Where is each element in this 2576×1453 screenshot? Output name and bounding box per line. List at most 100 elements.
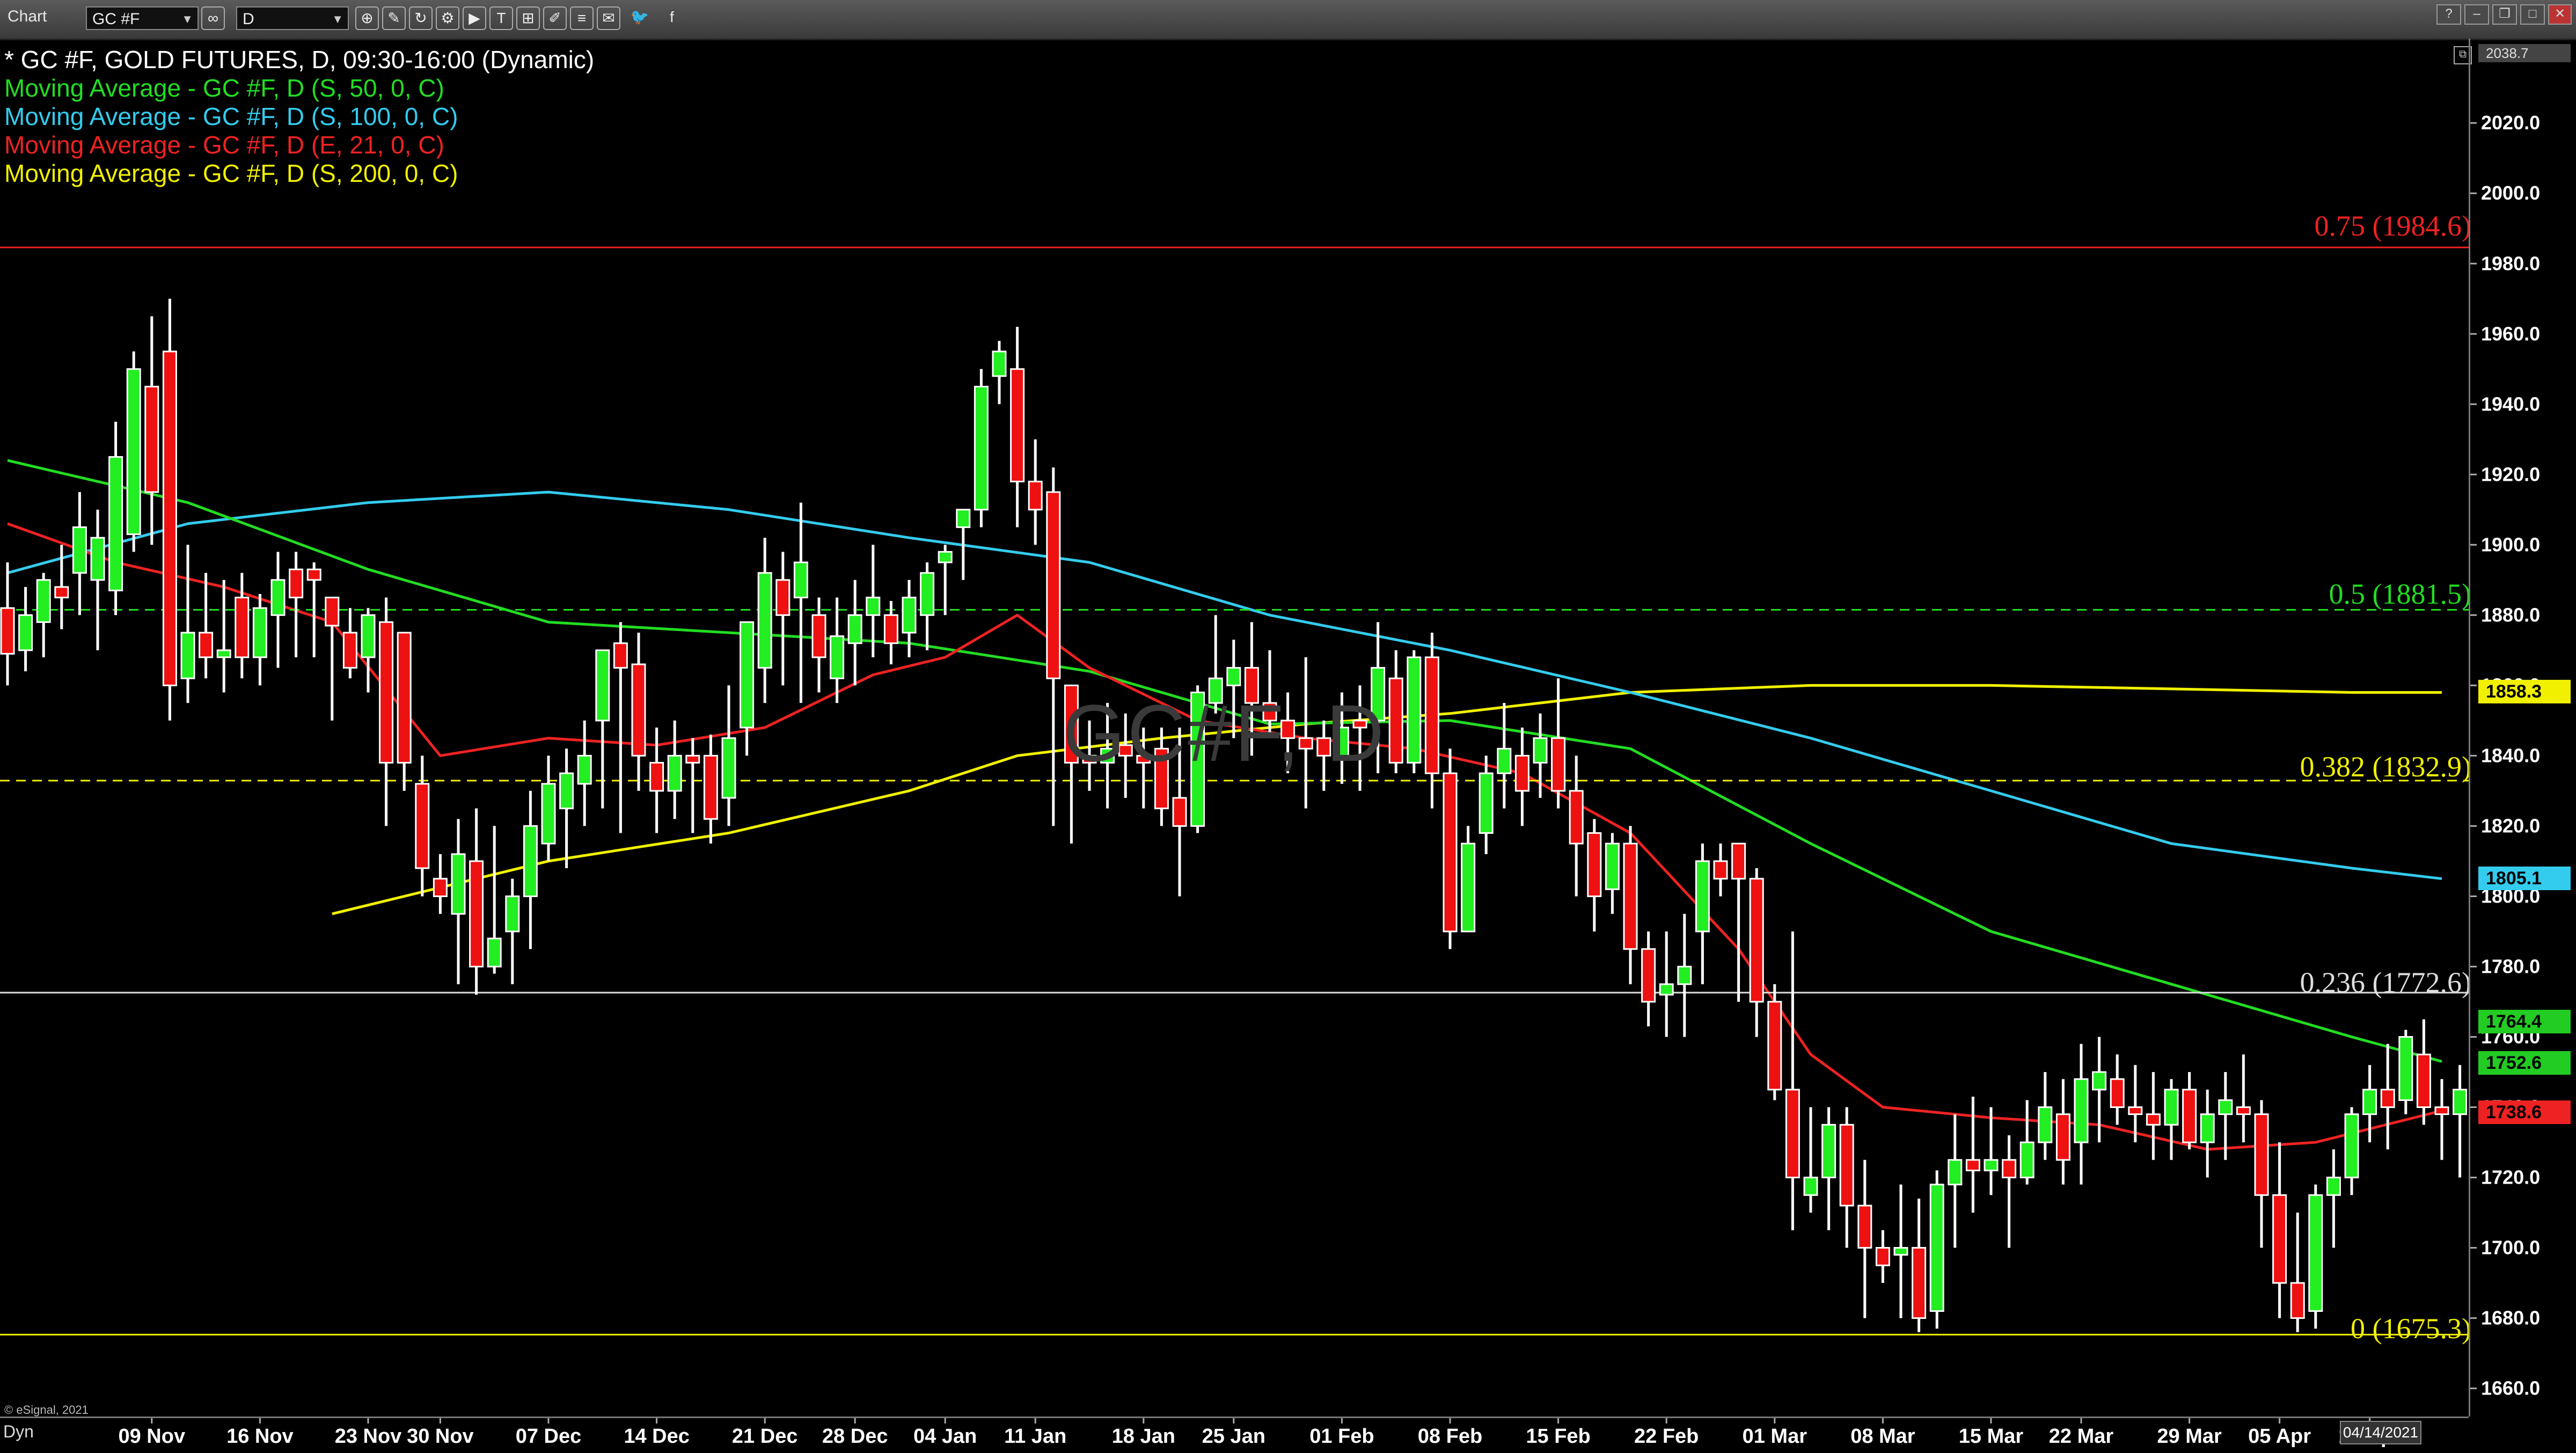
candle-body [90, 537, 105, 581]
candle-body [1767, 1001, 1782, 1091]
date-tick-label: 05 Apr [2248, 1425, 2311, 1448]
candle [1893, 1184, 1908, 1318]
fib-label-0382: 0.382 (1832.9) [2300, 751, 2471, 783]
candle-body [1785, 1089, 1800, 1179]
candle [793, 502, 808, 703]
candle [1046, 467, 1061, 826]
candle-body [1514, 754, 1529, 792]
refresh-icon[interactable]: ↻ [409, 6, 433, 30]
symbol-input[interactable]: GC #F ▼ [86, 6, 199, 30]
candle [72, 492, 87, 615]
twitter-icon[interactable]: 🐦 [628, 6, 652, 30]
candle [1010, 327, 1025, 527]
date-axis[interactable]: 09 Nov 16 Nov 23 Nov 30 Nov 07 Dec 14 Dec 21 D… [0, 1417, 2469, 1450]
restore-icon[interactable]: ❐ [2492, 4, 2517, 25]
candle [252, 594, 267, 686]
price-axis[interactable]: 1660.01680.01700.01720.01740.01760.01780… [2469, 39, 2576, 1417]
chart-toolbar: Chart GC #F ▼ D ▼ ∞ ⊕ ✎ ↻ ⚙ ▶ T ⊞ ✐ ≡ ✉ … [0, 0, 2576, 40]
candle-body [2398, 1036, 2413, 1101]
candle [1984, 1107, 1999, 1195]
candle-body [2055, 1113, 2070, 1161]
candle-body [2019, 1141, 2035, 1179]
candle-body [18, 614, 33, 651]
maximize-icon[interactable]: □ [2520, 4, 2545, 25]
chevron-down-icon[interactable]: ▼ [332, 8, 343, 31]
candle [757, 538, 772, 703]
candle [920, 562, 935, 650]
candle [523, 790, 538, 949]
chevron-down-icon[interactable]: ▼ [181, 8, 193, 31]
candle [2254, 1100, 2269, 1248]
minimize-icon[interactable]: – [2464, 4, 2489, 25]
candle-body [2200, 1113, 2215, 1143]
candle-body [721, 737, 736, 799]
candle-body [1659, 983, 1674, 996]
close-icon[interactable]: ✕ [2548, 4, 2572, 25]
draw-icon[interactable]: ✎ [382, 6, 406, 30]
candle [847, 579, 862, 686]
date-tick-label: 23 Nov [335, 1425, 402, 1448]
candle-body [631, 663, 646, 757]
price-tag: 2038.7 [2478, 44, 2571, 62]
candle [1839, 1107, 1854, 1248]
candle [379, 597, 394, 826]
fib-label-05: 0.5 (1881.5) [2329, 578, 2471, 610]
interval-input[interactable]: D ▼ [236, 6, 349, 30]
candle-body [1623, 842, 1638, 950]
candle [2308, 1184, 2323, 1329]
candle-body [667, 754, 682, 792]
candle [1821, 1107, 1836, 1230]
candle [108, 422, 123, 615]
legend-ma-200: Moving Average - GC #F, D (S, 200, 0, C) [4, 159, 458, 187]
link-icon[interactable]: ∞ [201, 6, 225, 30]
candle-body [379, 621, 394, 764]
candle-body [613, 642, 628, 669]
candle [1929, 1170, 1944, 1329]
candle [740, 621, 755, 756]
candle [1749, 868, 1764, 1037]
date-tick-label: 01 Feb [1309, 1425, 1374, 1448]
candle [2290, 1213, 2305, 1332]
candle [595, 649, 610, 809]
price-tag: 1805.1 [2478, 867, 2571, 891]
candle-body [1587, 832, 1602, 897]
candle [1659, 931, 1674, 1037]
date-tick-label: 21 Dec [732, 1425, 798, 1448]
candle [126, 351, 141, 552]
candle [938, 545, 953, 615]
candle-body [2128, 1106, 2143, 1116]
settings-icon[interactable]: ⚙ [436, 6, 459, 30]
candle-body [2380, 1089, 2395, 1109]
grid-icon[interactable]: ⊞ [516, 6, 540, 30]
current-date-box: 04/14/2021 [2340, 1421, 2421, 1444]
candle-body [793, 561, 808, 599]
help-icon[interactable]: ? [2436, 4, 2461, 25]
candle-body [1965, 1159, 1980, 1171]
text-icon[interactable]: T [489, 6, 513, 30]
candle-body [1388, 677, 1403, 764]
candle [577, 720, 592, 826]
date-tick-label: 18 Jan [1112, 1425, 1175, 1448]
tools-icon[interactable]: ✐ [543, 6, 567, 30]
legend-title: * GC #F, GOLD FUTURES, D, 09:30-16:00 (D… [4, 46, 595, 74]
candle [2236, 1054, 2251, 1143]
menu-icon[interactable]: ≡ [570, 6, 594, 30]
candle-body [757, 572, 772, 669]
candle-body [36, 579, 51, 623]
price-tick-label: 1900.0 [2481, 533, 2540, 555]
cursor-icon[interactable]: ⊕ [355, 6, 379, 30]
candle [1443, 748, 1458, 949]
price-tick-label: 1780.0 [2481, 955, 2540, 977]
notes-icon[interactable]: ✉ [597, 6, 620, 30]
date-tick-label: 09 Nov [118, 1425, 185, 1448]
facebook-icon[interactable]: f [660, 6, 684, 30]
candle [397, 632, 412, 791]
candle-body [180, 632, 195, 679]
candle [433, 854, 448, 914]
candle [2200, 1089, 2215, 1178]
candle-body [54, 586, 69, 599]
play-icon[interactable]: ▶ [463, 6, 486, 30]
candle-body [1839, 1124, 1854, 1207]
candle-body [1533, 737, 1548, 764]
price-tag: 1738.6 [2478, 1100, 2571, 1124]
